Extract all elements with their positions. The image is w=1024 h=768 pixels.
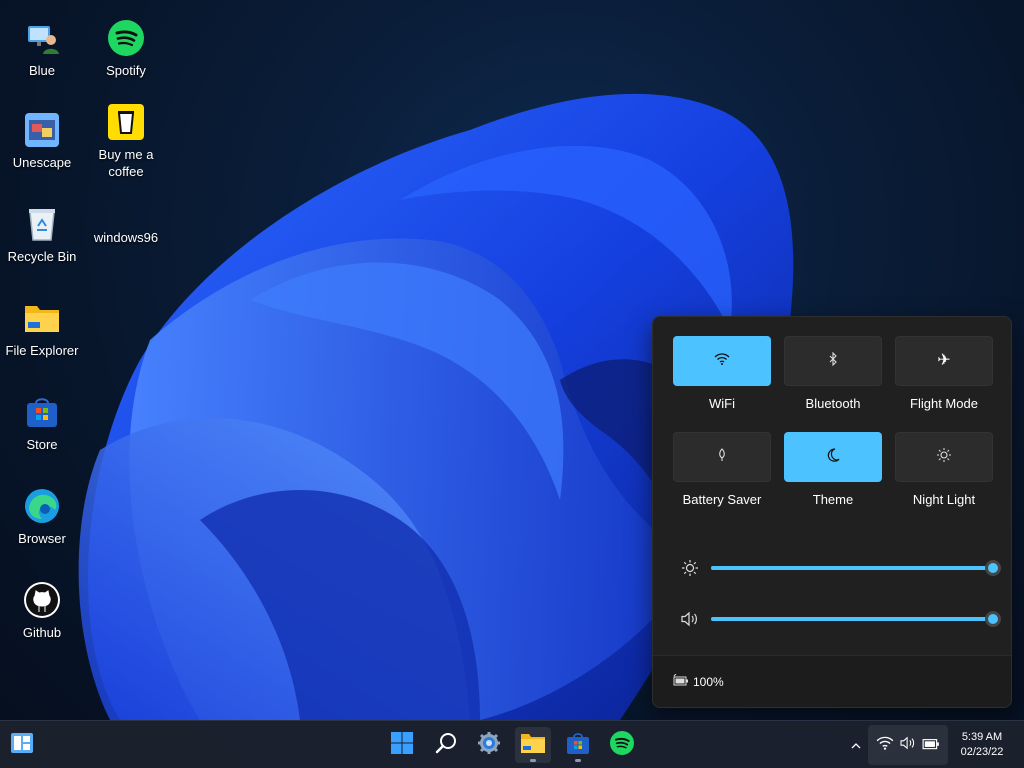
volume-slider-thumb[interactable] <box>985 611 1001 627</box>
widgets-button[interactable] <box>4 727 40 763</box>
settings-button[interactable] <box>471 727 507 763</box>
tile-label: Flight Mode <box>910 396 978 411</box>
desktop-icon-unescape[interactable]: Unescape <box>0 112 84 171</box>
coffee-cup-icon <box>108 104 144 140</box>
tile-night-light: Night Light <box>894 432 994 507</box>
speaker-icon <box>899 736 917 755</box>
desktop-icon-label: Github <box>22 625 62 640</box>
spotify-icon <box>108 20 144 56</box>
desktop-icon-label: Recycle Bin <box>7 249 77 264</box>
battery-saver-icon <box>717 447 727 467</box>
search-button[interactable] <box>428 727 464 763</box>
desktop-icon-buy-me-a-coffee[interactable]: Buy me a coffee <box>84 104 168 180</box>
windows-start-icon <box>390 731 414 760</box>
show-hidden-icons-button[interactable] <box>846 735 866 755</box>
desktop-icon-label: Unescape <box>12 155 72 170</box>
taskbar-clock[interactable]: 5:39 AM 02/23/22 <box>952 730 1012 760</box>
taskbar: 5:39 AM 02/23/22 <box>0 720 1024 768</box>
tile-label: WiFi <box>709 396 735 411</box>
spotify-icon <box>610 730 634 760</box>
desktop-icon-label: File Explorer <box>5 343 79 358</box>
store-icon <box>24 394 60 430</box>
battery-icon <box>673 673 689 689</box>
user-monitor-icon <box>24 20 60 56</box>
tile-label: Bluetooth <box>805 396 861 411</box>
wifi-icon <box>876 736 894 755</box>
desktop-icon-label: Spotify <box>106 63 146 78</box>
tile-label: Theme <box>812 492 854 507</box>
speaker-icon <box>679 609 701 629</box>
chevron-up-icon <box>851 736 861 754</box>
volume-slider[interactable] <box>711 611 1001 627</box>
system-tray[interactable] <box>868 725 948 765</box>
airplane-icon: ✈ <box>937 352 951 369</box>
flight-mode-toggle[interactable]: ✈ <box>895 336 993 386</box>
search-icon <box>434 731 458 760</box>
widgets-icon <box>10 732 34 759</box>
desktop-icon-store[interactable]: Store <box>0 394 84 453</box>
wifi-toggle[interactable] <box>673 336 771 386</box>
brightness-slider-row <box>679 558 1001 578</box>
desktop-icon-recycle-bin[interactable]: Recycle Bin <box>0 206 84 265</box>
desktop-icon-label: Store <box>26 437 58 452</box>
tile-label: Night Light <box>912 492 976 507</box>
github-icon <box>24 582 60 618</box>
unescape-icon <box>24 112 60 148</box>
clock-date: 02/23/22 <box>960 746 1004 758</box>
desktop-icon-github[interactable]: Github <box>0 582 84 641</box>
bluetooth-toggle[interactable] <box>784 336 882 386</box>
moon-icon <box>825 447 841 468</box>
desktop-icon-label: Browser <box>18 531 66 546</box>
settings-gear-icon <box>477 731 501 760</box>
wifi-icon <box>714 352 730 370</box>
spotify-button[interactable] <box>604 727 640 763</box>
brightness-slider-thumb[interactable] <box>985 560 1001 576</box>
quick-settings-panel: WiFi Bluetooth ✈ Flight Mode Battery Sav… <box>652 316 1012 708</box>
desktop-icon-browser[interactable]: Browser <box>0 488 84 547</box>
night-light-toggle[interactable] <box>895 432 993 482</box>
store-icon <box>566 731 590 760</box>
tile-label: Battery Saver <box>682 492 762 507</box>
desktop-icon-label: Buy me a coffee <box>98 147 154 179</box>
tile-theme: Theme <box>783 432 883 507</box>
edge-browser-icon <box>24 488 60 524</box>
clock-time: 5:39 AM <box>961 731 1003 743</box>
battery-icon <box>922 736 940 755</box>
theme-toggle[interactable] <box>784 432 882 482</box>
quick-settings-footer: 100% <box>653 655 1011 707</box>
desktop-icon-windows96[interactable]: windows96 <box>84 229 168 246</box>
recycle-bin-icon <box>24 206 60 242</box>
running-indicator <box>530 759 536 762</box>
store-button[interactable] <box>560 727 596 763</box>
brightness-slider-fill <box>711 566 993 570</box>
start-button[interactable] <box>384 727 420 763</box>
tile-battery-saver: Battery Saver <box>672 432 772 507</box>
desktop-icon-file-explorer[interactable]: File Explorer <box>0 300 84 359</box>
folder-icon <box>520 732 546 759</box>
folder-icon <box>24 300 60 336</box>
tile-bluetooth: Bluetooth <box>783 336 883 411</box>
bluetooth-icon <box>828 351 838 371</box>
file-explorer-button[interactable] <box>515 727 551 763</box>
brightness-slider[interactable] <box>711 560 1001 576</box>
night-light-icon <box>936 447 952 468</box>
brightness-icon <box>679 558 701 578</box>
desktop-icon-label: Blue <box>28 63 56 78</box>
desktop-icon-blue[interactable]: Blue <box>0 20 84 79</box>
tile-flight-mode: ✈ Flight Mode <box>894 336 994 411</box>
tile-wifi: WiFi <box>672 336 772 411</box>
battery-saver-toggle[interactable] <box>673 432 771 482</box>
running-indicator <box>575 759 581 762</box>
desktop-icon-spotify[interactable]: Spotify <box>84 20 168 79</box>
volume-slider-row <box>679 609 1001 629</box>
battery-percentage: 100% <box>693 674 724 689</box>
desktop-icon-label: windows96 <box>93 230 159 245</box>
volume-slider-fill <box>711 617 993 621</box>
